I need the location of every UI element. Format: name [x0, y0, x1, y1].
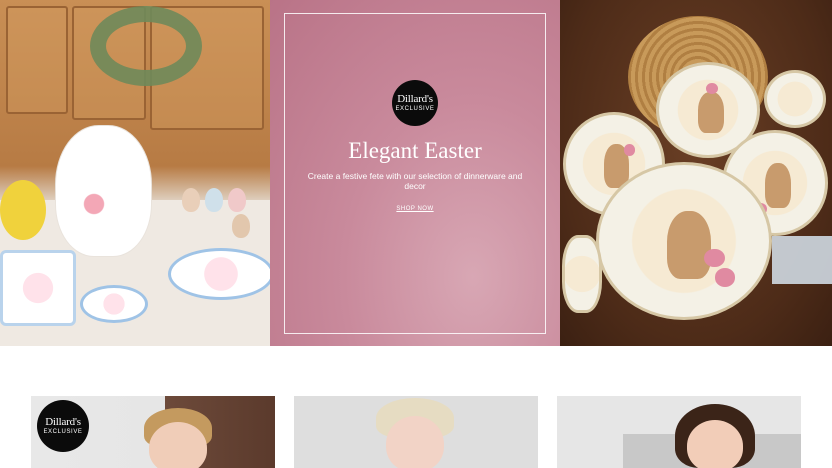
- hero-image-easter-decor[interactable]: [0, 0, 270, 346]
- napkin: [772, 236, 832, 284]
- rabbit-motif: [765, 163, 791, 208]
- product-card-row: Dillard's EXCLUSIVE: [0, 396, 832, 468]
- egg: [205, 188, 223, 212]
- egg: [228, 188, 246, 212]
- bowl: [764, 70, 826, 128]
- model-face: [687, 420, 743, 468]
- logo-text-line2: EXCLUSIVE: [43, 429, 83, 435]
- hero-title: Elegant Easter: [348, 138, 482, 163]
- logo-text-line1: Dillard's: [397, 93, 433, 105]
- rose-motif: [714, 268, 735, 287]
- cabinet-door: [6, 6, 68, 114]
- dillards-exclusive-logo: Dillard's EXCLUSIVE: [392, 80, 438, 126]
- rabbit-motif: [698, 92, 724, 133]
- wreath: [90, 6, 202, 86]
- hero-subtitle: Create a festive fete with our selection…: [307, 171, 523, 191]
- model-face: [386, 416, 444, 468]
- serving-platter: [596, 162, 772, 320]
- hero-banner[interactable]: Dillard's EXCLUSIVE Elegant Easter Creat…: [0, 0, 832, 346]
- floral-napkin: [0, 250, 76, 326]
- yellow-flowers: [0, 180, 46, 240]
- rose-motif: [704, 248, 725, 267]
- floral-dish: [80, 285, 148, 323]
- rabbit-motif: [667, 210, 712, 279]
- dillards-exclusive-logo: Dillard's EXCLUSIVE: [37, 400, 89, 452]
- logo-text-line2: EXCLUSIVE: [395, 106, 435, 112]
- egg: [232, 214, 250, 238]
- product-card[interactable]: [294, 396, 538, 468]
- bunny-figurine: [55, 125, 152, 257]
- product-card[interactable]: Dillard's EXCLUSIVE: [31, 396, 275, 468]
- floral-plate: [168, 248, 270, 300]
- shop-now-link[interactable]: SHOP NOW: [384, 206, 446, 212]
- rose-motif: [706, 83, 718, 94]
- egg: [182, 188, 200, 212]
- product-card[interactable]: [557, 396, 801, 468]
- logo-text-line1: Dillard's: [45, 416, 81, 428]
- bowl: [562, 235, 602, 313]
- rose-motif: [623, 144, 636, 157]
- model-face: [149, 422, 207, 468]
